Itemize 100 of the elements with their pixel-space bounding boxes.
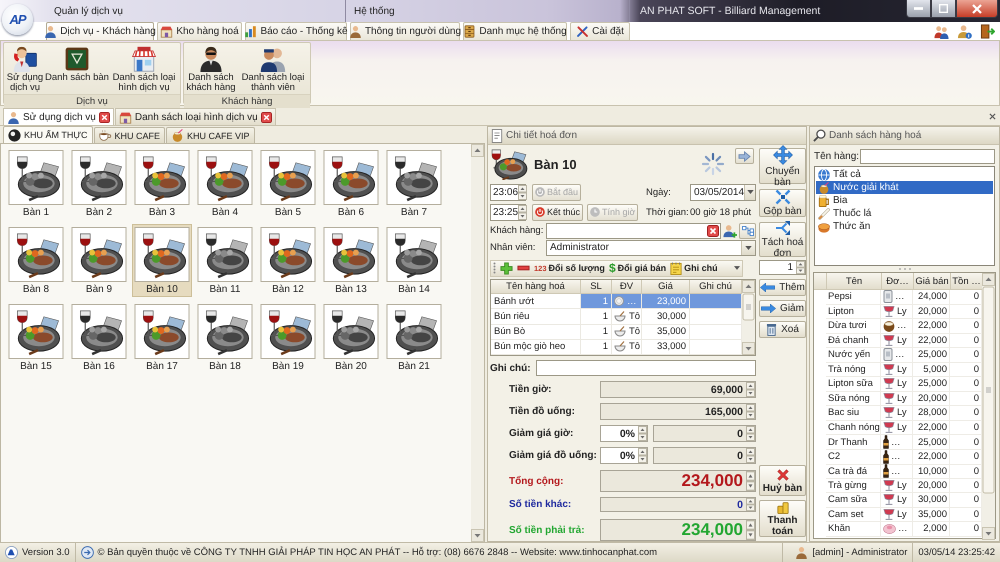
table-tile[interactable]: Bàn 7 (384, 147, 444, 220)
ribbon-tab[interactable]: Thông tin người dùng (350, 22, 460, 40)
customer-field[interactable] (546, 222, 721, 239)
table-tile[interactable]: Bàn 21 (384, 301, 444, 374)
column-header[interactable]: Giá (642, 280, 690, 294)
maximize-button[interactable] (931, 0, 956, 18)
search-field[interactable] (860, 148, 995, 164)
add-user-icon[interactable] (723, 224, 737, 238)
date-picker[interactable]: 03/05/2014 (690, 184, 756, 201)
reduce-item-button[interactable]: Giảm (759, 300, 806, 317)
end-button[interactable]: Kết thúc (532, 204, 584, 221)
percent-field[interactable]: 0% (600, 447, 648, 464)
add-item-button[interactable]: Thêm (759, 279, 806, 296)
ribbon-button[interactable]: Sử dụng dịch vụ (5, 45, 45, 94)
ribbon-button[interactable]: Danh sách khách hàng (185, 45, 237, 94)
column-header[interactable]: Tên (826, 273, 881, 289)
close-icon[interactable] (989, 112, 996, 120)
ribbon-tab[interactable]: Dịch vụ - Khách hàng (46, 22, 154, 40)
column-header[interactable]: Đơ… (881, 273, 913, 289)
table-tile[interactable]: Bàn 8 (6, 224, 66, 297)
minus-icon[interactable] (517, 265, 530, 272)
table-tile[interactable]: Bàn 3 (132, 147, 192, 220)
category-item[interactable]: Nước giải khát (816, 181, 993, 194)
note-button[interactable]: Ghi chú (670, 262, 718, 275)
time-field[interactable]: 23:06 (490, 184, 526, 201)
column-header[interactable]: Tên hàng hoá (491, 280, 581, 294)
note-field[interactable] (536, 360, 756, 376)
user-info-icon[interactable] (957, 24, 972, 38)
pay-button[interactable]: Thanh toán (759, 500, 806, 537)
close-button[interactable] (956, 0, 998, 18)
next-button[interactable] (735, 148, 754, 164)
cancel-table-button[interactable]: Huỷ bàn (759, 465, 806, 496)
close-icon[interactable] (98, 112, 110, 122)
close-icon[interactable] (260, 112, 272, 122)
column-header[interactable]: ĐV (612, 280, 642, 294)
split-bill-button[interactable]: Tách hoá đơn (759, 222, 806, 257)
exit-door-icon[interactable] (980, 24, 995, 38)
area-tab[interactable]: KHU ẨM THỰC (3, 126, 93, 143)
table-row[interactable]: Bún Bò 1 Tô 35,000 (491, 324, 742, 340)
table-tile[interactable]: Bàn 15 (6, 301, 66, 374)
plus-icon[interactable] (500, 262, 513, 275)
spin-arrows-icon[interactable] (638, 448, 647, 463)
table-row[interactable]: Bún mộc giò heo 1 Tô 33,000 (491, 340, 742, 356)
table-tile[interactable]: Bàn 5 (258, 147, 318, 220)
table-tile[interactable]: Bàn 4 (195, 147, 255, 220)
table-tile[interactable]: Bàn 9 (69, 224, 129, 297)
spin-arrows-icon[interactable] (518, 184, 528, 200)
table-row[interactable]: Bún riêu 1 Tô 30,000 (491, 309, 742, 325)
delete-item-button[interactable]: Xoá (759, 321, 806, 338)
table-tile[interactable]: Bàn 20 (321, 301, 381, 374)
merge-table-button[interactable]: Gộp bàn (759, 189, 806, 217)
quantity-field[interactable]: 1 (759, 260, 806, 275)
table-tile[interactable]: Bàn 12 (258, 224, 318, 297)
users-icon[interactable] (934, 24, 949, 38)
clear-icon[interactable] (707, 224, 719, 237)
ribbon-button[interactable]: Danh sách loại thành viên (237, 45, 309, 94)
link-button[interactable] (739, 222, 756, 239)
ribbon-tab[interactable]: Kho hàng hoá (157, 22, 242, 40)
ribbon-tab[interactable]: Danh mục hệ thống (463, 22, 567, 40)
table-tile[interactable]: Bàn 18 (195, 301, 255, 374)
dropdown-arrow-icon[interactable] (734, 266, 740, 270)
spin-arrows-icon[interactable] (518, 204, 528, 220)
ribbon-tab[interactable]: Báo cáo - Thống kê (245, 22, 347, 40)
time-field[interactable]: 23:25 (490, 204, 526, 221)
category-item[interactable]: Bia (816, 194, 993, 207)
area-tab[interactable]: KHU CAFE (94, 127, 166, 143)
category-item[interactable]: Thức ăn (816, 220, 993, 233)
column-header[interactable]: Giá bán (913, 273, 950, 289)
ribbon-button[interactable]: Danh sách loại hình dịch vụ (109, 45, 179, 94)
table-row[interactable]: Bánh ướt 1 … 23,000 (491, 294, 742, 310)
ribbon-tab[interactable]: Cài đặt (570, 22, 630, 40)
table-tile[interactable]: Bàn 17 (132, 301, 192, 374)
category-item[interactable]: Thuốc lá (816, 207, 993, 220)
ribbon-button[interactable]: Danh sách bàn (45, 45, 109, 94)
percent-field[interactable]: 0% (600, 425, 648, 442)
spin-arrows-icon[interactable] (638, 426, 647, 441)
scrollbar[interactable] (742, 280, 755, 355)
minimize-button[interactable] (906, 0, 931, 18)
table-tile[interactable]: Bàn 11 (195, 224, 255, 297)
table-tile[interactable]: Bàn 13 (321, 224, 381, 297)
table-cell: Tô (629, 311, 640, 322)
table-tile[interactable]: Bàn 19 (258, 301, 318, 374)
area-tab[interactable]: KHU CAFE VIP (166, 127, 255, 143)
document-tab[interactable]: Sử dụng dịch vụ (3, 108, 114, 125)
table-tile[interactable]: Bàn 10 (132, 224, 192, 297)
table-tile[interactable]: Bàn 16 (69, 301, 129, 374)
column-header[interactable]: SL (581, 280, 612, 294)
table-tile[interactable]: Bàn 1 (6, 147, 66, 220)
move-table-button[interactable]: Chuyển bàn (759, 148, 806, 184)
table-tile[interactable]: Bàn 6 (321, 147, 381, 220)
document-tab[interactable]: Danh sách loại hình dịch vụ (114, 108, 276, 125)
scrollbar[interactable] (471, 144, 484, 542)
column-header[interactable]: Ghi chú (690, 280, 742, 294)
table-tile[interactable]: Bàn 2 (69, 147, 129, 220)
scrollbar[interactable] (982, 273, 995, 540)
table-tile[interactable]: Bàn 14 (384, 224, 444, 297)
change-price-button[interactable]: $ Đổi giá bán (608, 261, 666, 276)
spin-arrows-icon[interactable] (796, 261, 805, 274)
category-item[interactable]: Tất cả (816, 168, 993, 181)
staff-dropdown[interactable]: Administrator (546, 240, 756, 256)
